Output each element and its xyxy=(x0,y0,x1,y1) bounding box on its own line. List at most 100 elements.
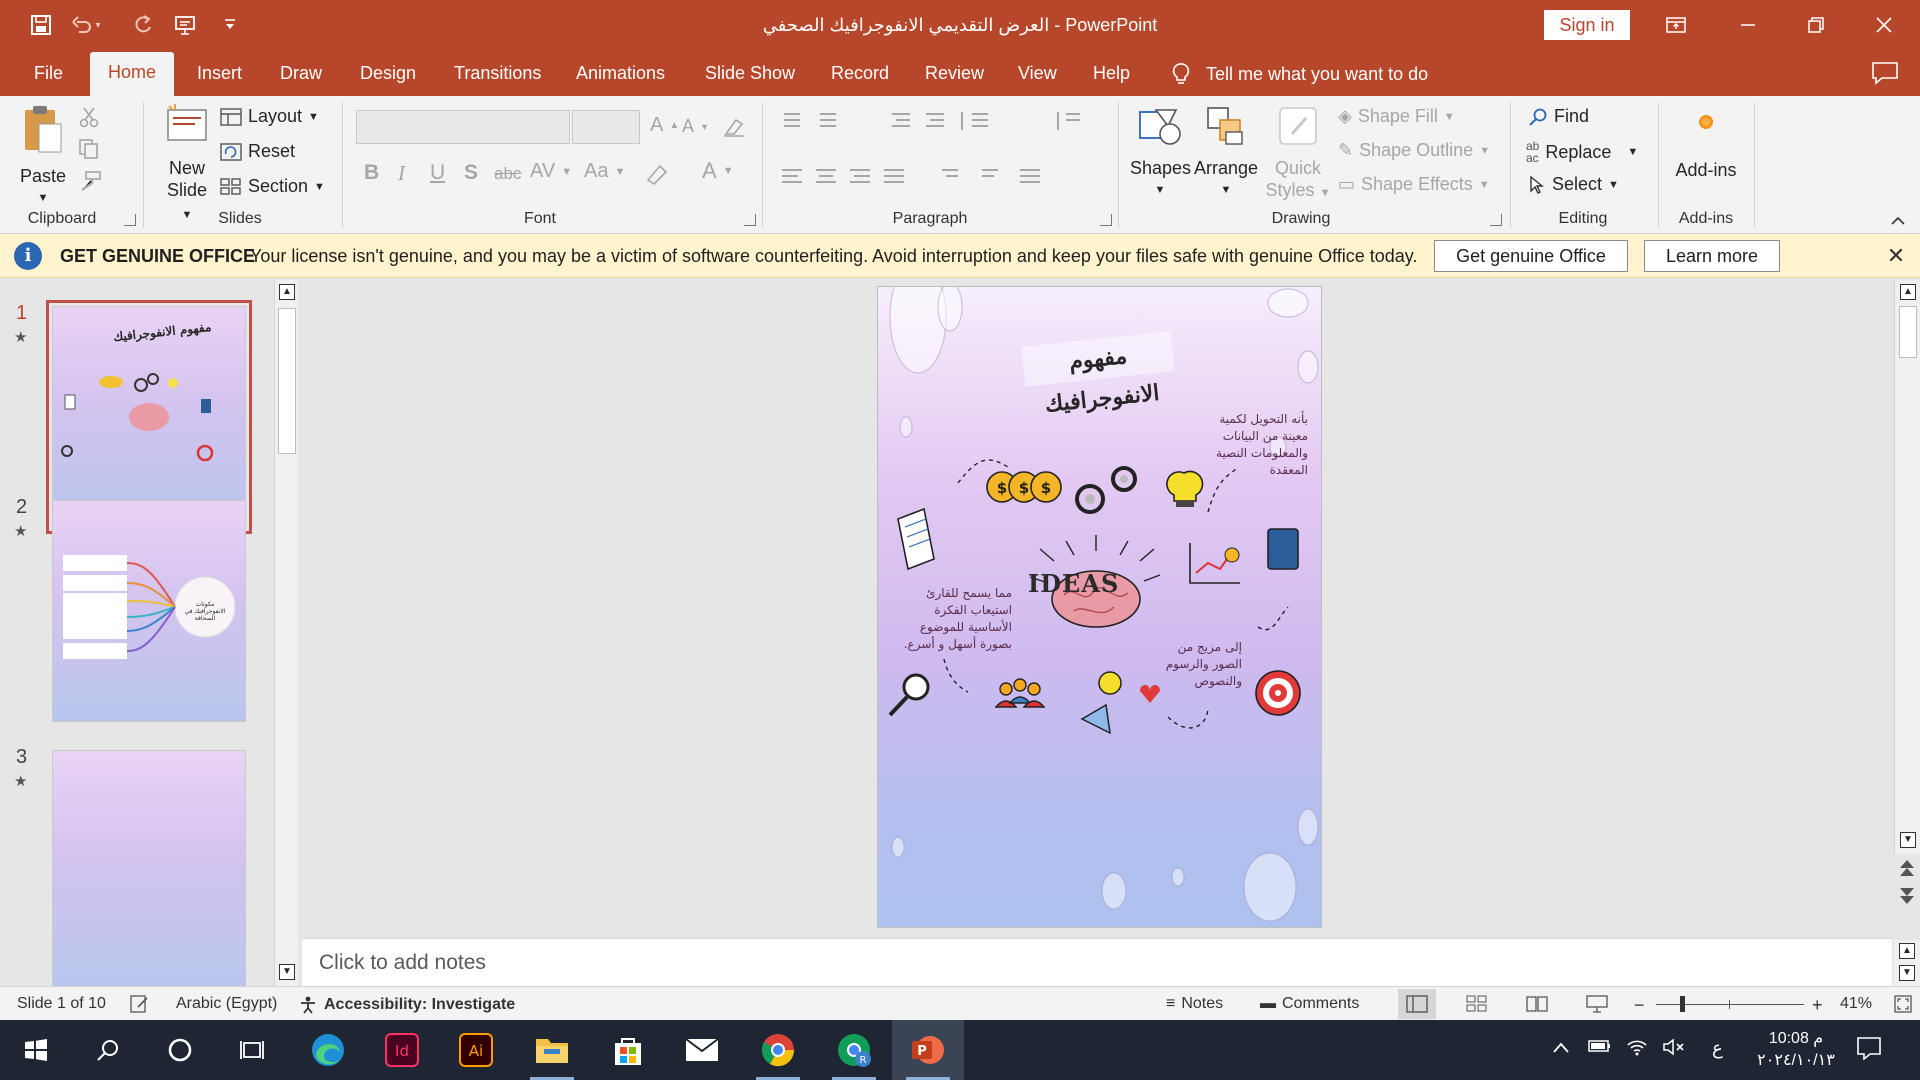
tab-home[interactable]: Home xyxy=(90,52,175,96)
new-slide-button[interactable]: New Slide ▼ xyxy=(160,104,214,226)
notes-toggle-button[interactable]: ≡ Notes xyxy=(1166,995,1223,1013)
bold-button[interactable]: B xyxy=(364,161,379,185)
zoom-slider[interactable] xyxy=(1656,1004,1804,1005)
character-spacing-button[interactable]: AV ▼ xyxy=(530,160,572,183)
fit-to-window-icon[interactable] xyxy=(1894,995,1912,1013)
clear-formatting-icon[interactable] xyxy=(722,116,746,138)
paragraph-dialog-launcher[interactable] xyxy=(1100,214,1112,226)
close-message-icon[interactable]: ✕ xyxy=(1882,242,1910,270)
language-indicator[interactable]: Arabic (Egypt) xyxy=(176,995,277,1013)
taskbar-mail[interactable] xyxy=(666,1020,738,1080)
find-button[interactable]: Find xyxy=(1528,106,1589,127)
replace-button[interactable]: ab ac Replace ▼ xyxy=(1526,140,1638,164)
normal-view-button[interactable] xyxy=(1398,989,1436,1019)
add-ins-button[interactable]: Add-ins xyxy=(1670,112,1742,181)
clipboard-dialog-launcher[interactable] xyxy=(124,214,136,226)
taskbar-indesign[interactable]: Id xyxy=(366,1020,438,1080)
scroll-up-icon[interactable]: ▲ xyxy=(1899,943,1915,959)
shape-fill-button[interactable]: ◈ Shape Fill ▼ xyxy=(1338,106,1455,127)
shape-outline-button[interactable]: ✎ Shape Outline ▼ xyxy=(1338,140,1490,161)
scroll-thumb[interactable] xyxy=(278,308,296,454)
paragraph-controls-icon[interactable] xyxy=(776,108,1086,198)
thumbnails-scrollbar[interactable]: ▲ ▼ xyxy=(274,280,298,986)
layout-button[interactable]: Layout ▼ xyxy=(220,106,319,127)
start-button[interactable] xyxy=(0,1020,72,1080)
section-button[interactable]: Section ▼ xyxy=(220,176,325,197)
tab-insert[interactable]: Insert xyxy=(193,62,246,96)
cortana-button[interactable] xyxy=(144,1020,216,1080)
tab-animations[interactable]: Animations xyxy=(572,62,669,96)
zoom-percentage[interactable]: 41% xyxy=(1840,995,1872,1013)
zoom-out-icon[interactable]: − xyxy=(1634,995,1645,1016)
system-clock[interactable]: 10:08 م ٢٠٢٤/١٠/١٣ xyxy=(1750,1028,1842,1072)
tab-file[interactable]: File xyxy=(30,62,67,96)
paste-button[interactable]: Paste ▼ xyxy=(18,104,68,209)
taskbar-illustrator[interactable]: Ai xyxy=(440,1020,512,1080)
minimize-icon[interactable] xyxy=(1714,0,1782,50)
underline-button[interactable]: U xyxy=(430,161,445,185)
taskbar-edge[interactable] xyxy=(292,1020,364,1080)
zoom-in-icon[interactable]: + xyxy=(1812,995,1823,1016)
slide-text-bottom-right[interactable]: إلى مزيج من الصور والرسوم والنصوص xyxy=(1146,639,1242,690)
notes-pane[interactable]: Click to add notes xyxy=(302,938,1892,986)
sign-in-button[interactable]: Sign in xyxy=(1544,10,1630,40)
quick-styles-button[interactable]: Quick Styles ▼ xyxy=(1262,104,1334,204)
undo-icon[interactable]: ▾ xyxy=(64,0,108,50)
zoom-slider-thumb[interactable] xyxy=(1680,996,1685,1012)
wifi-indicator[interactable] xyxy=(1626,1038,1648,1061)
learn-more-button[interactable]: Learn more xyxy=(1644,240,1780,272)
arrange-button[interactable]: Arrange ▼ xyxy=(1194,104,1258,201)
reset-button[interactable]: Reset xyxy=(220,141,295,162)
search-button[interactable] xyxy=(72,1020,144,1080)
tab-slide-show[interactable]: Slide Show xyxy=(701,62,799,96)
collapse-ribbon-icon[interactable] xyxy=(1890,214,1906,226)
taskbar-chrome-profile[interactable]: R xyxy=(818,1020,890,1080)
tab-record[interactable]: Record xyxy=(827,62,893,96)
taskbar-powerpoint[interactable]: P xyxy=(892,1020,964,1080)
slide-scrollbar[interactable]: ▲ ▼ xyxy=(1894,280,1920,854)
select-button[interactable]: Select ▼ xyxy=(1528,174,1619,195)
scroll-down-icon[interactable]: ▼ xyxy=(279,964,295,980)
scroll-down-icon[interactable]: ▼ xyxy=(1900,832,1916,848)
notes-scrollbar[interactable]: ▲ ▼ xyxy=(1894,940,1920,986)
tell-me-search[interactable]: Tell me what you want to do xyxy=(1170,62,1428,86)
font-size-combobox[interactable] xyxy=(572,110,640,144)
battery-indicator[interactable] xyxy=(1588,1038,1612,1059)
slide-show-view-button[interactable] xyxy=(1578,989,1616,1019)
tab-draw[interactable]: Draw xyxy=(276,62,326,96)
taskbar-chrome[interactable] xyxy=(742,1020,814,1080)
format-painter-icon[interactable] xyxy=(78,170,102,192)
slide-thumbnail-3[interactable] xyxy=(52,750,246,986)
tab-transitions[interactable]: Transitions xyxy=(450,62,545,96)
italic-button[interactable]: I xyxy=(398,161,405,186)
tab-review[interactable]: Review xyxy=(921,62,988,96)
previous-next-slide-icon[interactable] xyxy=(1896,858,1918,906)
volume-indicator[interactable] xyxy=(1662,1038,1686,1061)
slide-thumbnail-2[interactable]: مكونات الانفوجرافيك في الصحافة xyxy=(52,500,246,722)
ribbon-display-options-icon[interactable] xyxy=(1642,0,1710,50)
current-slide[interactable]: $ $ $ مفهوم الانفوجرافيك بأنه التحويل لكمي… xyxy=(878,287,1321,927)
decrease-font-size-button[interactable]: A ▼ xyxy=(682,116,709,137)
slideshow-from-start-icon[interactable] xyxy=(166,0,204,50)
scroll-up-icon[interactable]: ▲ xyxy=(279,284,295,300)
slide-text-left[interactable]: مما يسمح للقارئ استيعاب الفكرة الأساسية … xyxy=(892,585,1012,653)
show-hidden-icons[interactable] xyxy=(1552,1038,1570,1059)
customize-qat-icon[interactable] xyxy=(210,0,250,50)
notes-placeholder[interactable]: Click to add notes xyxy=(319,951,486,975)
copy-icon[interactable] xyxy=(78,138,100,160)
scroll-up-icon[interactable]: ▲ xyxy=(1900,284,1916,300)
font-dialog-launcher[interactable] xyxy=(744,214,756,226)
change-case-button[interactable]: Aa ▼ xyxy=(584,160,625,183)
accessibility-checker[interactable]: Accessibility: Investigate xyxy=(298,995,515,1015)
spelling-check-icon[interactable] xyxy=(130,995,150,1013)
slide-thumbnail-1[interactable]: مفهوم الانفوجرافيك xyxy=(46,300,252,534)
slide-sorter-view-button[interactable] xyxy=(1458,989,1496,1019)
save-icon[interactable] xyxy=(22,0,60,50)
shapes-button[interactable]: Shapes ▼ xyxy=(1130,104,1191,201)
taskbar-file-explorer[interactable] xyxy=(516,1020,588,1080)
drawing-dialog-launcher[interactable] xyxy=(1490,214,1502,226)
comments-toggle-button[interactable]: ▬ Comments xyxy=(1260,995,1359,1013)
font-name-combobox[interactable] xyxy=(356,110,570,144)
tab-design[interactable]: Design xyxy=(356,62,420,96)
action-center-button[interactable] xyxy=(1856,1036,1882,1065)
